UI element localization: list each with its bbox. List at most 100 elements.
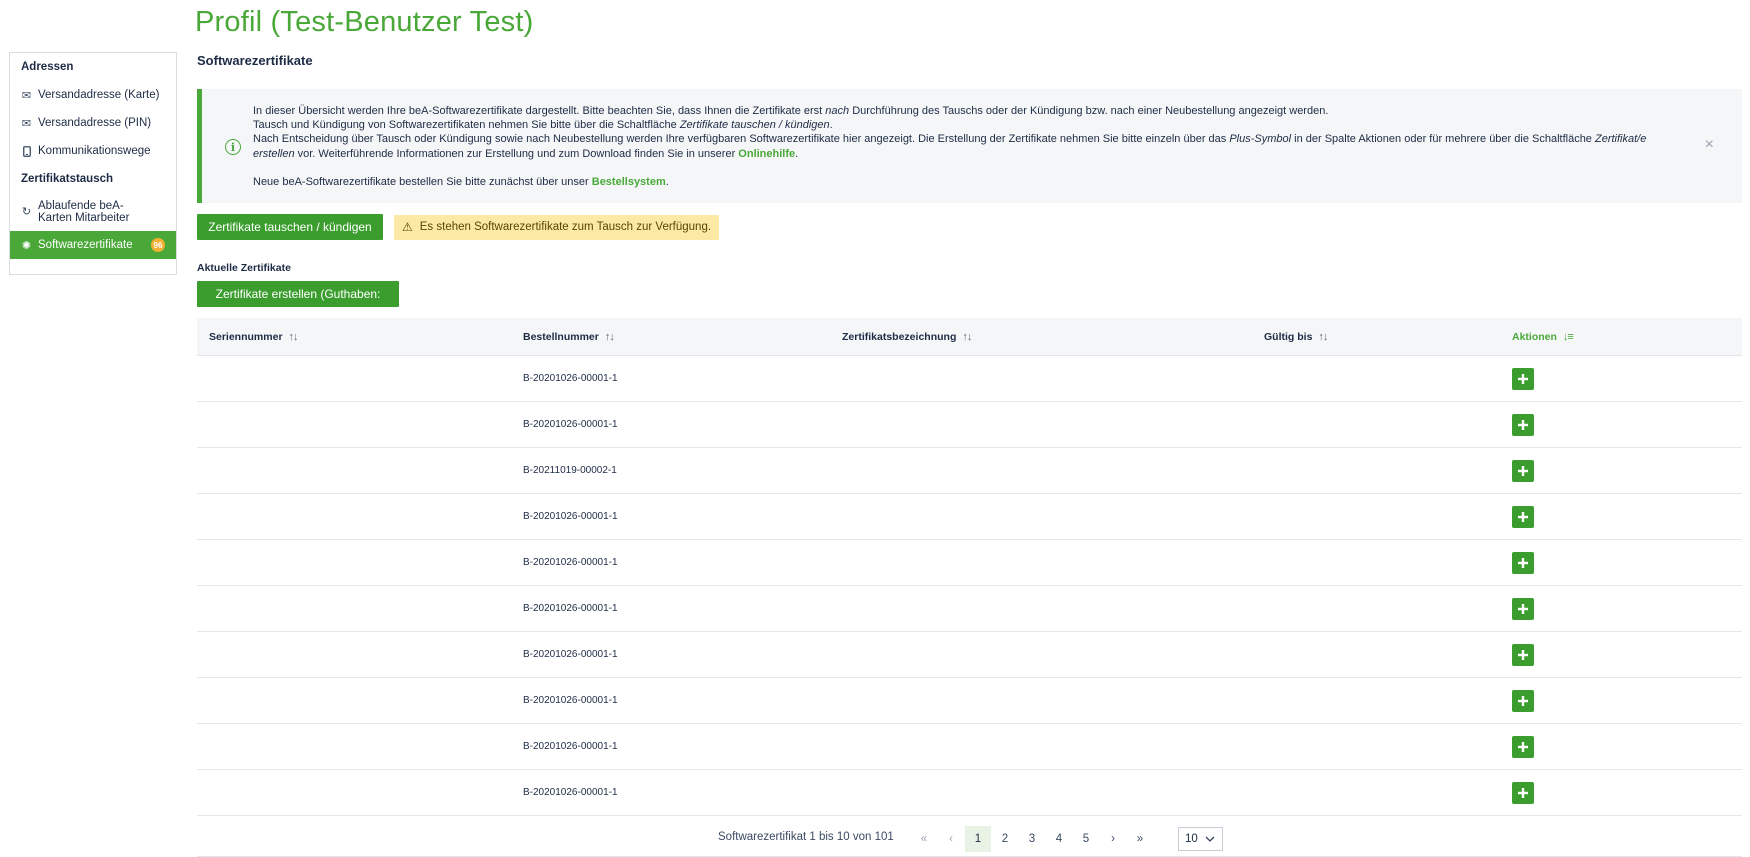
info-line: Neue beA-Softwarezertifikate bestellen S… [253, 175, 669, 188]
table-row: B-20201026-00001-1 [197, 402, 1742, 448]
cell-order-number: B-20201026-00001-1 [523, 649, 618, 660]
sidebar-item-label: Ablaufende beA-Karten Mitarbeiter [38, 200, 130, 224]
plus-icon [1518, 650, 1528, 660]
plus-icon [1518, 788, 1528, 798]
cell-order-number: B-20201026-00001-1 [523, 511, 618, 522]
add-certificate-button[interactable] [1512, 460, 1534, 482]
sidebar-item-communication[interactable]: Kommunikationswege [10, 137, 176, 165]
plus-icon [1518, 604, 1528, 614]
sidebar-group-addresses: Adressen [21, 61, 74, 73]
plus-icon [1518, 558, 1528, 568]
cell-order-number: B-20201026-00001-1 [523, 787, 618, 798]
cell-order-number: B-20201026-00001-1 [523, 419, 618, 430]
column-valid-until[interactable]: Gültig bis ↑↓ [1264, 330, 1328, 343]
column-certificate-name[interactable]: Zertifikatsbezeichnung ↑↓ [842, 330, 972, 343]
sort-icon: ↑↓ [288, 330, 299, 343]
subsection-title: Aktuelle Zertifikate [197, 262, 291, 274]
cell-order-number: B-20201026-00001-1 [523, 557, 618, 568]
sidebar-item-label: Versandadresse (Karte) [38, 89, 160, 101]
table-row: B-20201026-00001-1 [197, 540, 1742, 586]
cell-order-number: B-20201026-00001-1 [523, 741, 618, 752]
plus-icon [1518, 696, 1528, 706]
sidebar-item-label: Softwarezertifikate [38, 239, 133, 251]
page-3-button[interactable]: 3 [1019, 826, 1045, 852]
table-row: B-20201026-00001-1 [197, 356, 1742, 402]
add-certificate-button[interactable] [1512, 690, 1534, 712]
info-text: In dieser Übersicht werden Ihre beA-Soft… [253, 104, 1673, 189]
sidebar-item-software-certificates[interactable]: ✺ Softwarezertifikate 96 [10, 231, 176, 259]
add-certificate-button[interactable] [1512, 736, 1534, 758]
create-certificates-button[interactable]: Zertifikate erstellen (Guthaben: 96) [197, 281, 399, 327]
warning-badge: ⚠ Es stehen Softwarezertifikate zum Taus… [394, 215, 720, 240]
last-page-button[interactable]: » [1127, 826, 1153, 852]
sort-icon: ↑↓ [962, 330, 972, 343]
envelope-icon: ✉ [21, 117, 32, 130]
add-certificate-button[interactable] [1512, 782, 1534, 804]
page-5-button[interactable]: 5 [1073, 826, 1099, 852]
page-1-button[interactable]: 1 [965, 826, 991, 852]
pagination: Softwarezertifikat 1 bis 10 von 101 « ‹ … [197, 823, 1742, 857]
pagination-info: Softwarezertifikat 1 bis 10 von 101 [718, 831, 894, 843]
page-size-select[interactable]: 10 [1178, 827, 1223, 851]
warning-icon: ⚠ [402, 220, 413, 234]
add-certificate-button[interactable] [1512, 552, 1534, 574]
info-line: Tausch und Kündigung von Softwarezertifi… [253, 119, 833, 132]
refresh-icon: ↻ [21, 206, 32, 218]
sidebar-item-shipping-pin[interactable]: ✉ Versandadresse (PIN) [10, 109, 176, 137]
phone-icon [21, 145, 32, 157]
plus-icon [1518, 742, 1528, 752]
info-icon: i [225, 139, 241, 155]
plus-icon [1518, 512, 1528, 522]
sidebar-group-certificate-swap: Zertifikatstausch [21, 173, 114, 185]
table-header: Seriennummer ↑↓ Bestellnummer ↑↓ Zertifika… [197, 318, 1742, 356]
envelope-icon: ✉ [21, 89, 32, 102]
plus-icon [1518, 420, 1528, 430]
plus-icon [1518, 374, 1528, 384]
table-row: B-20201026-00001-1 [197, 770, 1742, 816]
sidebar-item-shipping-card[interactable]: ✉ Versandadresse (Karte) [10, 81, 176, 109]
table-body: B-20201026-00001-1 B-20201026-00001-1 B-20… [197, 356, 1742, 816]
info-line: Nach Entscheidung über Tausch oder Kündi… [253, 133, 1647, 160]
column-order-number[interactable]: Bestellnummer ↑↓ [523, 330, 615, 343]
table-row: B-20201026-00001-1 [197, 494, 1742, 540]
next-page-button[interactable]: › [1100, 826, 1126, 852]
order-system-link[interactable]: Bestellsystem [592, 176, 666, 188]
cell-order-number: B-20211019-00002-1 [523, 465, 617, 476]
plus-icon [1518, 466, 1528, 476]
cell-order-number: B-20201026-00001-1 [523, 603, 618, 614]
previous-page-button[interactable]: ‹ [938, 826, 964, 852]
add-certificate-button[interactable] [1512, 506, 1534, 528]
count-badge: 96 [151, 238, 165, 252]
sort-icon: ↑↓ [604, 330, 615, 343]
cell-order-number: B-20201026-00001-1 [523, 695, 618, 706]
add-certificate-button[interactable] [1512, 368, 1534, 390]
column-actions[interactable]: Aktionen ↓≡ [1512, 330, 1574, 343]
add-certificate-button[interactable] [1512, 598, 1534, 620]
column-serial[interactable]: Seriennummer ↑↓ [209, 330, 299, 343]
sidebar-item-label: Kommunikationswege [38, 145, 151, 157]
section-title: Softwarezertifikate [197, 53, 313, 68]
page-2-button[interactable]: 2 [992, 826, 1018, 852]
sidebar-item-expiring-cards[interactable]: ↻ Ablaufende beA-Karten Mitarbeiter [10, 193, 176, 231]
sort-icon: ↑↓ [1318, 330, 1328, 343]
close-icon[interactable]: × [1705, 136, 1714, 154]
certificates-table: Seriennummer ↑↓ Bestellnummer ↑↓ Zertifika… [197, 318, 1742, 816]
table-row: B-20201026-00001-1 [197, 678, 1742, 724]
add-certificate-button[interactable] [1512, 414, 1534, 436]
table-row: B-20201026-00001-1 [197, 632, 1742, 678]
sort-desc-icon: ↓≡ [1562, 330, 1574, 343]
first-page-button[interactable]: « [911, 826, 937, 852]
chevron-down-icon [1205, 832, 1215, 849]
cell-order-number: B-20201026-00001-1 [523, 373, 618, 384]
table-row: B-20201026-00001-1 [197, 724, 1742, 770]
info-box: i In dieser Übersicht werden Ihre beA-So… [197, 89, 1742, 203]
certificate-icon: ✺ [21, 239, 32, 252]
swap-cancel-certificates-button[interactable]: Zertifikate tauschen / kündigen [197, 214, 383, 240]
info-line: In dieser Übersicht werden Ihre beA-Soft… [253, 105, 1329, 117]
warning-text: Es stehen Softwarezertifikate zum Tausch… [419, 221, 712, 233]
table-row: B-20201026-00001-1 [197, 586, 1742, 632]
online-help-link[interactable]: Onlinehilfe [738, 148, 795, 160]
table-row: B-20211019-00002-1 [197, 448, 1742, 494]
page-4-button[interactable]: 4 [1046, 826, 1072, 852]
add-certificate-button[interactable] [1512, 644, 1534, 666]
